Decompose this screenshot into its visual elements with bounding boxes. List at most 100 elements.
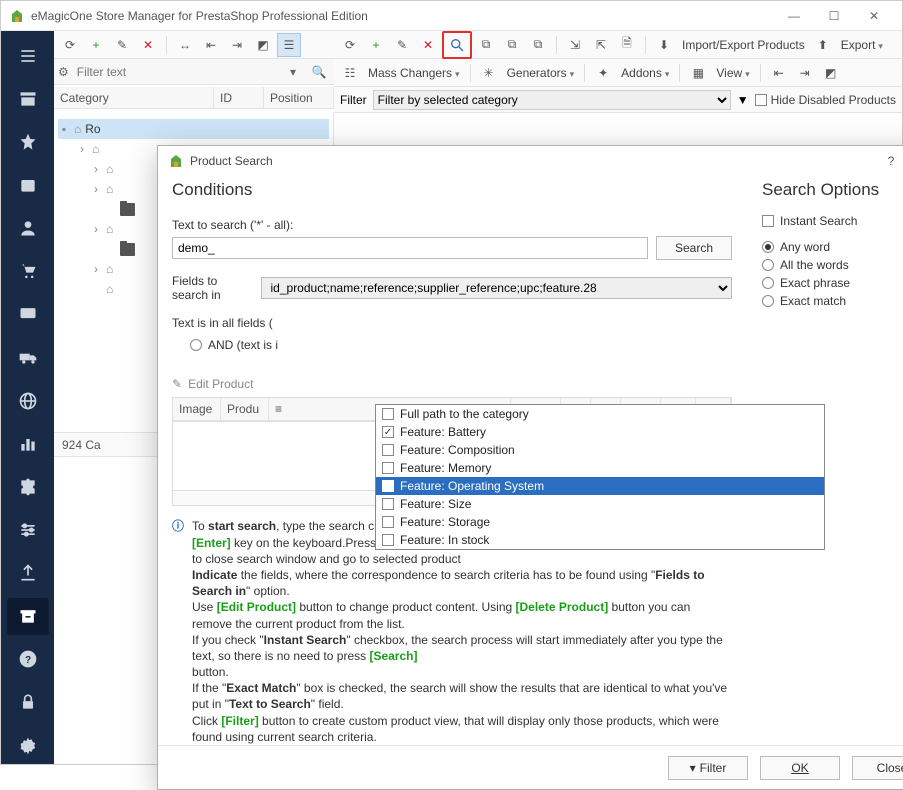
category-columns: Category ID Position xyxy=(54,87,334,109)
sidebar-gear-icon[interactable] xyxy=(7,727,49,764)
edit2-button[interactable]: ✎ xyxy=(390,33,414,57)
search-button[interactable] xyxy=(445,33,469,57)
view-icon[interactable]: ▦ xyxy=(686,61,710,85)
fields-select[interactable]: id_product;name;reference;supplier_refer… xyxy=(261,277,733,299)
link2-icon[interactable]: ⇱ xyxy=(589,33,613,57)
copy2-icon[interactable]: ⧉ xyxy=(500,33,524,57)
hide-disabled-checkbox[interactable]: Hide Disabled Products xyxy=(755,93,896,107)
filter-funnel-icon[interactable]: ▼ xyxy=(737,93,749,107)
sidebar-globe-icon[interactable] xyxy=(7,382,49,419)
ok-button[interactable]: OK xyxy=(760,756,840,780)
import-export-label[interactable]: Import/Export Products xyxy=(678,38,809,52)
dd-opt[interactable]: Feature: Size xyxy=(376,495,824,513)
minimize-button[interactable]: — xyxy=(774,2,814,30)
refresh-button[interactable]: ⟳ xyxy=(58,33,82,57)
sidebar-archive-icon[interactable] xyxy=(7,598,49,635)
view-label[interactable]: View xyxy=(712,66,753,80)
addon-icon[interactable]: ✦ xyxy=(591,61,615,85)
conditions-heading: Conditions xyxy=(172,180,732,200)
sidebar-truck-icon[interactable] xyxy=(7,339,49,376)
dd-opt[interactable]: Feature: Memory xyxy=(376,459,824,477)
fields-dropdown-panel[interactable]: Full path to the category ✓Feature: Batt… xyxy=(375,404,825,550)
link-icon[interactable]: ⇲ xyxy=(563,33,587,57)
filter-text-input[interactable] xyxy=(73,63,278,81)
sidebar-cart-icon[interactable] xyxy=(7,253,49,290)
close-button[interactable]: ✕ xyxy=(854,2,894,30)
sidebar-orders-icon[interactable] xyxy=(7,166,49,203)
sidebar-star-icon[interactable] xyxy=(7,123,49,160)
all-words-radio[interactable]: All the words xyxy=(762,258,903,272)
sidebar-chat-icon[interactable] xyxy=(7,296,49,333)
sidebar-puzzle-icon[interactable] xyxy=(7,468,49,505)
delete2-button[interactable]: ✕ xyxy=(416,33,440,57)
add2-button[interactable]: + xyxy=(364,33,388,57)
gc-image[interactable]: Image xyxy=(173,398,221,421)
delete-button[interactable]: ✕ xyxy=(136,33,160,57)
sidebar-lock-icon[interactable] xyxy=(7,684,49,721)
dialog-title: Product Search xyxy=(190,154,273,168)
dd-opt[interactable]: Feature: Storage xyxy=(376,513,824,531)
expand-icon[interactable]: ↔ xyxy=(173,33,197,57)
dd-opt[interactable]: Feature: In stock xyxy=(376,531,824,549)
generators-label[interactable]: Generators xyxy=(503,66,579,80)
refresh2-button[interactable]: ⟳ xyxy=(338,33,362,57)
gen-icon[interactable]: ✳ xyxy=(477,61,501,85)
help-text: ⓘ To start search, type the search crite… xyxy=(172,518,732,745)
t3-icon[interactable]: ◩ xyxy=(819,61,843,85)
col-id[interactable]: ID xyxy=(214,87,264,108)
sidebar-upload-icon[interactable] xyxy=(7,555,49,592)
filter-button[interactable]: ▾Filter xyxy=(668,756,748,780)
export-label[interactable]: Export xyxy=(837,38,887,52)
dialog-help-button[interactable]: ? xyxy=(876,148,903,174)
col-position[interactable]: Position xyxy=(264,87,334,108)
copy-icon[interactable]: ⧉ xyxy=(474,33,498,57)
instant-search-checkbox[interactable]: Instant Search xyxy=(762,214,903,228)
tree-root[interactable]: ▪⌂Ro xyxy=(58,119,329,139)
search-submit-button[interactable]: Search xyxy=(656,236,732,260)
filter-find-icon[interactable]: 🔍 xyxy=(308,62,330,82)
text-to-search-label: Text to search ('*' - all): xyxy=(172,218,732,232)
tool-a-icon[interactable]: ◩ xyxy=(251,33,275,57)
maximize-button[interactable]: ☐ xyxy=(814,2,854,30)
t2-icon[interactable]: ⇥ xyxy=(793,61,817,85)
sidebar-store-icon[interactable] xyxy=(7,80,49,117)
filter-label: Filter xyxy=(340,93,367,107)
gear-icon[interactable]: ⚙ xyxy=(58,65,69,79)
filter-clear-icon[interactable]: ▾ xyxy=(282,62,304,82)
tool-b-icon[interactable]: ☰ xyxy=(277,33,301,57)
dd-opt[interactable]: ✓Feature: Battery xyxy=(376,423,824,441)
sidebar-sliders-icon[interactable] xyxy=(7,511,49,548)
move-icon[interactable]: ⇥ xyxy=(225,33,249,57)
col-category[interactable]: Category xyxy=(54,87,214,108)
dd-opt[interactable]: Full path to the category xyxy=(376,405,824,423)
doc-icon[interactable]: 🗎 xyxy=(615,33,639,57)
sidebar-help-icon[interactable]: ? xyxy=(7,641,49,678)
mass-icon[interactable]: ☷ xyxy=(338,61,362,85)
sidebar-stats-icon[interactable] xyxy=(7,425,49,462)
dd-opt-selected[interactable]: Feature: Operating System xyxy=(376,477,824,495)
text-to-search-input[interactable] xyxy=(172,237,648,259)
copy3-icon[interactable]: ⧉ xyxy=(526,33,550,57)
product-toolbar-2: ☷ Mass Changers ✳ Generators ✦ Addons ▦ … xyxy=(334,59,902,87)
mass-changers-label[interactable]: Mass Changers xyxy=(364,66,464,80)
collapse-icon[interactable]: ⇤ xyxy=(199,33,223,57)
t1-icon[interactable]: ⇤ xyxy=(767,61,791,85)
import-icon[interactable]: ⬇ xyxy=(652,33,676,57)
close-dialog-button[interactable]: Close xyxy=(852,756,903,780)
dd-opt[interactable]: Feature: Composition xyxy=(376,441,824,459)
edit-product-label[interactable]: Edit Product xyxy=(188,377,253,391)
filter-select[interactable]: Filter by selected category xyxy=(373,90,731,110)
export-icon[interactable]: ⬆ xyxy=(811,33,835,57)
sidebar-customer-icon[interactable] xyxy=(7,210,49,247)
fields-label: Fields to search in xyxy=(172,274,253,302)
addons-label[interactable]: Addons xyxy=(617,66,673,80)
add-button[interactable]: + xyxy=(84,33,108,57)
sidebar-menu-icon[interactable] xyxy=(7,37,49,74)
exact-phrase-radio[interactable]: Exact phrase xyxy=(762,276,903,290)
search-options-heading: Search Options xyxy=(762,180,903,200)
edit-button[interactable]: ✎ xyxy=(110,33,134,57)
gc-produ[interactable]: Produ xyxy=(221,398,269,421)
any-word-radio[interactable]: Any word xyxy=(762,240,903,254)
and-radio[interactable]: AND (text is i xyxy=(190,338,732,352)
exact-match-radio[interactable]: Exact match xyxy=(762,294,903,308)
